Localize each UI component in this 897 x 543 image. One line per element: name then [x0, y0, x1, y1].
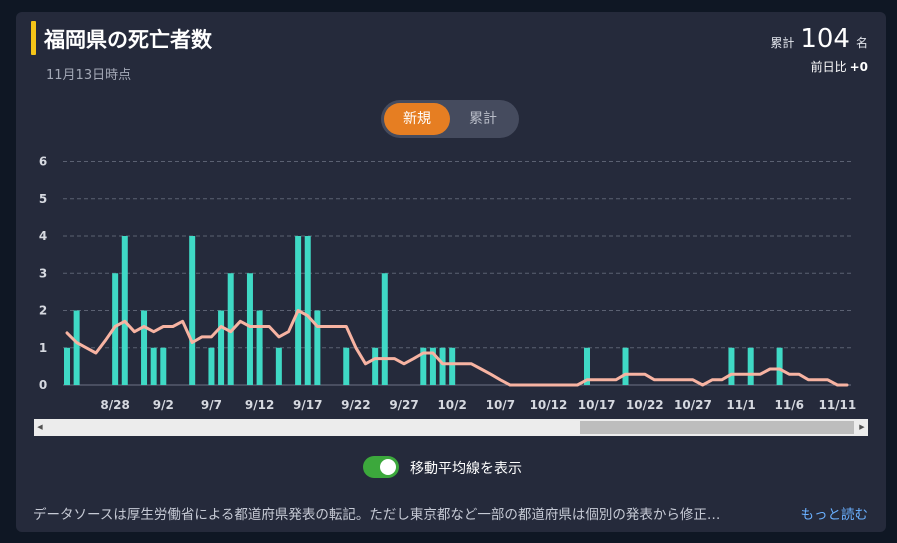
bar — [622, 347, 629, 385]
y-tick-label: 4 — [39, 229, 47, 243]
scroll-right-arrow-icon[interactable]: ▶ — [856, 419, 868, 436]
x-tick-label: 9/12 — [245, 398, 274, 412]
x-tick-label: 11/11 — [818, 398, 856, 412]
x-tick-label: 10/12 — [530, 398, 568, 412]
total-label: 累計 — [770, 36, 795, 50]
x-axis-ticks: 8/28 9/2 9/7 9/12 9/17 9/22 9/27 10/2 10/7 10/12 1… — [100, 398, 856, 412]
bar — [218, 310, 225, 385]
mode-toggle: 新規 累計 — [381, 100, 519, 138]
new-mode-button[interactable]: 新規 — [384, 103, 450, 135]
x-tick-label: 10/2 — [437, 398, 466, 412]
y-tick-label: 5 — [39, 192, 47, 206]
bar — [776, 347, 783, 385]
bar — [246, 273, 253, 385]
x-tick-label: 11/1 — [726, 398, 755, 412]
bar — [449, 347, 456, 385]
bar — [160, 347, 167, 385]
bar — [343, 347, 350, 385]
total-count: 累計 104 名 — [770, 24, 868, 54]
toggle-knob — [380, 459, 396, 475]
bar — [439, 347, 446, 385]
moving-average-toggle[interactable] — [363, 456, 399, 478]
bar — [275, 347, 282, 385]
x-tick-label: 10/22 — [626, 398, 664, 412]
cumulative-mode-button[interactable]: 累計 — [451, 103, 515, 135]
x-tick-label: 11/6 — [775, 398, 804, 412]
chart-scrollbar[interactable]: ◀ ▶ — [34, 419, 868, 436]
read-more-link[interactable]: もっと読む — [801, 503, 869, 523]
scroll-thumb[interactable] — [580, 421, 854, 434]
x-tick-label: 9/27 — [389, 398, 418, 412]
x-tick-label: 10/17 — [578, 398, 616, 412]
x-tick-label: 9/7 — [201, 398, 222, 412]
bar — [256, 310, 263, 385]
y-tick-label: 2 — [39, 304, 47, 318]
y-tick-label: 0 — [39, 378, 47, 392]
data-source-note: データソースは厚生労働省による都道府県発表の転記。ただし東京都など一部の都道府県… — [33, 507, 721, 523]
bar — [64, 347, 70, 385]
diff-value: +0 — [849, 60, 868, 74]
y-tick-label: 3 — [39, 266, 47, 280]
y-axis-ticks: 0 1 2 3 4 5 6 — [39, 155, 47, 393]
as-of-date: 11月13日時点 — [46, 68, 132, 83]
bar — [747, 347, 754, 385]
bar — [121, 236, 128, 385]
moving-average-label: 移動平均線を表示 — [410, 461, 522, 477]
x-tick-label: 9/17 — [293, 398, 322, 412]
bar — [189, 236, 196, 385]
scroll-left-arrow-icon[interactable]: ◀ — [34, 419, 46, 436]
x-tick-label: 9/2 — [153, 398, 174, 412]
bar — [304, 236, 311, 385]
bar — [314, 310, 321, 385]
title-accent-bar — [31, 21, 36, 55]
bar — [73, 310, 80, 385]
bar — [208, 347, 215, 385]
bar — [381, 273, 388, 385]
bar — [150, 347, 157, 385]
deaths-card: 福岡県の死亡者数 11月13日時点 累計 104 名 前日比 +0 新規 累計 0 1 2… — [16, 12, 886, 532]
y-tick-label: 1 — [39, 341, 47, 355]
page-title: 福岡県の死亡者数 — [44, 28, 212, 52]
x-tick-label: 8/28 — [100, 398, 129, 412]
x-tick-label: 10/7 — [486, 398, 515, 412]
bar — [141, 310, 148, 385]
diff-label: 前日比 — [810, 60, 847, 74]
deaths-bar-chart: 0 1 2 3 4 5 6 8/28 9/2 9/7 9/12 9/17 9/22 9/27 10/2 10… — [39, 155, 856, 413]
day-over-day: 前日比 +0 — [811, 58, 868, 75]
bar — [728, 347, 735, 385]
bar — [372, 347, 379, 385]
x-tick-label: 10/27 — [674, 398, 712, 412]
y-tick-label: 6 — [39, 155, 47, 169]
total-value: 104 — [800, 24, 850, 54]
total-unit: 名 — [855, 36, 868, 50]
x-tick-label: 9/22 — [341, 398, 370, 412]
